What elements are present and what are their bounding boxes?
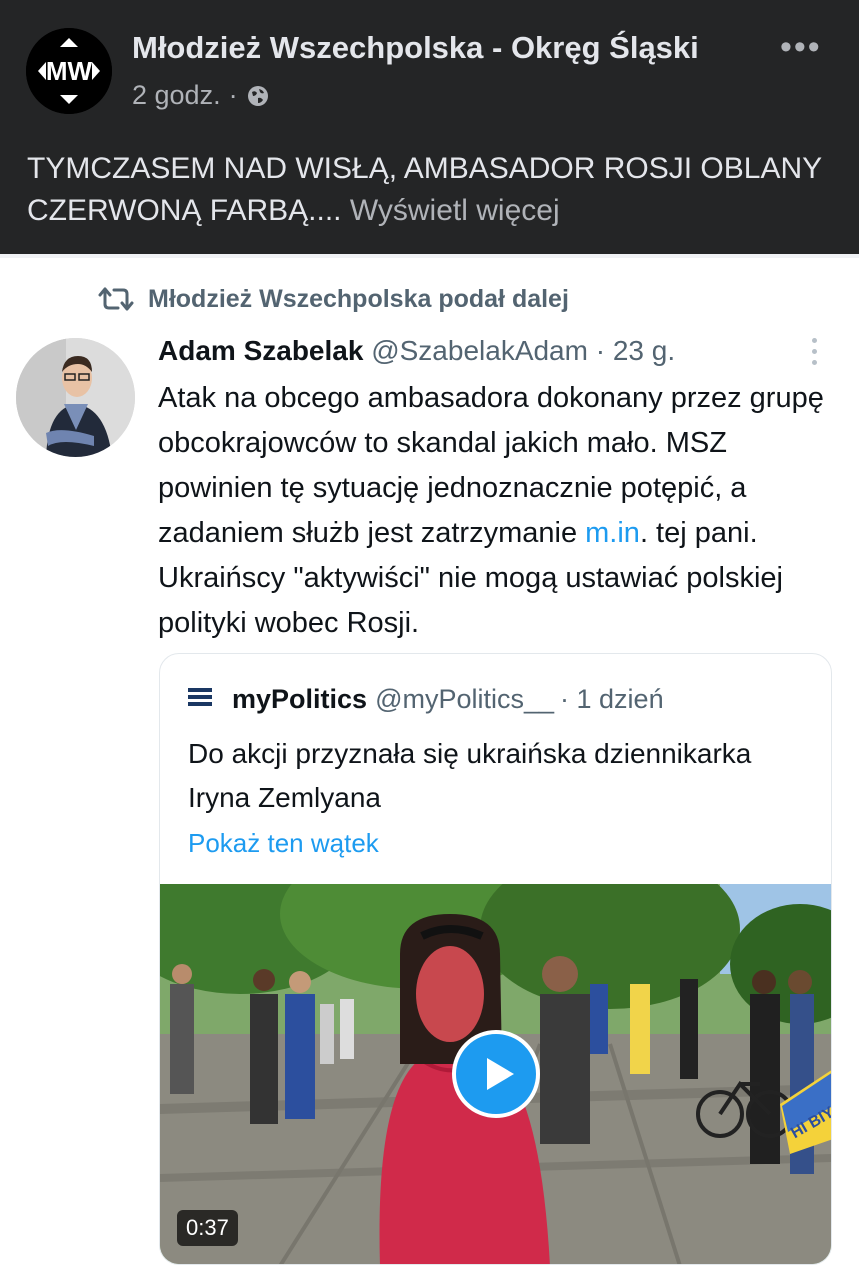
tweet-inline-link[interactable]: m.in xyxy=(585,517,640,549)
quoted-tweet-time: · 1 dzień xyxy=(560,684,664,714)
quoted-author-handle[interactable]: @myPolitics__ xyxy=(375,684,554,715)
quoted-author-name[interactable]: myPolitics xyxy=(232,684,367,715)
person-avatar-image xyxy=(16,338,135,457)
quoted-tweet-header: myPolitics @myPolitics__ · 1 dzień xyxy=(188,684,664,715)
tweet-header: Adam Szabelak @SzabelakAdam · 23 g. xyxy=(158,335,675,367)
tweet-author-name[interactable]: Adam Szabelak xyxy=(158,335,363,366)
video-thumbnail[interactable]: HI BIY 0:37 xyxy=(160,884,831,1264)
video-duration: 0:37 xyxy=(177,1210,238,1246)
mw-logo-icon: MW xyxy=(26,28,112,114)
mypolitics-logo-icon xyxy=(188,687,212,712)
meta-separator: · xyxy=(228,80,238,110)
svg-text:MW: MW xyxy=(46,56,93,86)
retweet-icon xyxy=(98,284,134,314)
post-meta: 2 godz. · xyxy=(132,80,270,111)
more-options-icon[interactable]: ••• xyxy=(780,30,822,64)
tweet-more-icon[interactable] xyxy=(806,338,822,370)
page-avatar[interactable]: MW xyxy=(26,28,112,114)
see-more-link[interactable]: Wyświetl więcej xyxy=(350,194,560,227)
play-icon xyxy=(487,1058,514,1090)
tweet-author-handle[interactable]: @SzabelakAdam xyxy=(371,335,588,366)
post-time[interactable]: 2 godz. xyxy=(132,80,221,111)
tweet-time[interactable]: · 23 g. xyxy=(596,335,675,366)
post-text: TYMCZASEM NAD WISŁĄ, AMBASADOR ROSJI OBL… xyxy=(27,148,827,232)
quoted-tweet-text: Do akcji przyznała się ukraińska dzienni… xyxy=(188,738,752,813)
play-button[interactable] xyxy=(452,1030,540,1118)
page-name[interactable]: Młodzież Wszechpolska - Okręg Śląski xyxy=(132,30,699,66)
show-thread-link[interactable]: Pokaż ten wątek xyxy=(188,828,379,859)
facebook-post-header: MW Młodzież Wszechpolska - Okręg Śląski … xyxy=(0,0,859,254)
globe-icon xyxy=(247,85,268,106)
tweet-author-avatar[interactable] xyxy=(16,338,135,457)
divider xyxy=(0,254,859,258)
tweet-body: Atak na obcego ambasadora dokonany przez… xyxy=(158,376,848,646)
quoted-tweet-card[interactable]: myPolitics @myPolitics__ · 1 dzień Do ak… xyxy=(159,653,832,1265)
retweet-indicator: Młodzież Wszechpolska podał dalej xyxy=(98,284,569,314)
retweet-label[interactable]: Młodzież Wszechpolska podał dalej xyxy=(148,285,569,314)
